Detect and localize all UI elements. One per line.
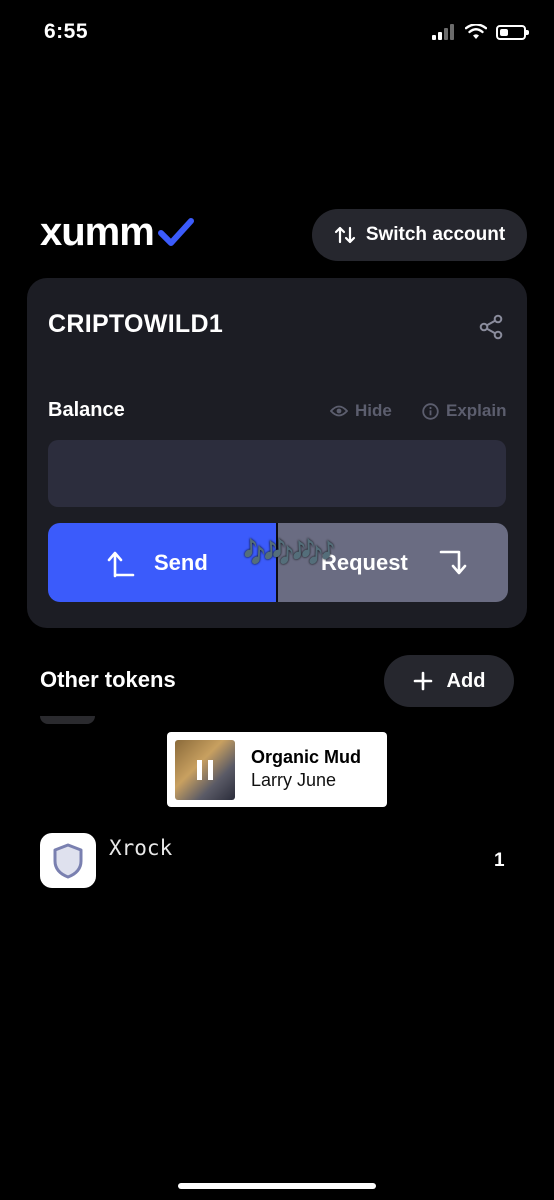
add-label: Add bbox=[446, 669, 486, 692]
share-icon[interactable] bbox=[478, 314, 504, 340]
token-icon bbox=[40, 833, 96, 888]
battery-level bbox=[500, 28, 508, 36]
arrow-up-icon bbox=[107, 551, 135, 577]
add-token-button[interactable]: Add bbox=[384, 655, 514, 707]
battery-icon bbox=[496, 24, 529, 40]
account-name: CRIPTOWILD1 bbox=[48, 310, 224, 338]
shield-icon bbox=[53, 843, 83, 878]
other-tokens-title: Other tokens bbox=[40, 667, 176, 692]
status-icons bbox=[432, 22, 529, 42]
track-artist: Larry June bbox=[251, 770, 337, 791]
arrow-down-icon bbox=[439, 550, 467, 574]
home-indicator[interactable] bbox=[178, 1183, 376, 1189]
hide-label: Hide bbox=[355, 401, 392, 420]
now-playing-card[interactable]: Organic Mud Larry June bbox=[167, 732, 387, 807]
album-art bbox=[175, 739, 235, 800]
logo-text: xumm bbox=[40, 210, 155, 254]
plus-icon bbox=[413, 671, 432, 691]
cellular-signal-icon bbox=[432, 24, 454, 40]
music-notes-overlay: 🎶🎶🎶 bbox=[243, 537, 336, 568]
token-amount: 1 bbox=[494, 850, 505, 871]
now-playing-text: Organic Mud Larry June bbox=[251, 747, 361, 793]
explain-label: Explain bbox=[446, 401, 507, 420]
send-label: Send bbox=[154, 549, 208, 575]
status-time: 6:55 bbox=[44, 20, 89, 43]
token-name[interactable]: Xrock bbox=[109, 836, 172, 860]
track-title: Organic Mud bbox=[251, 746, 362, 767]
checkmark-icon bbox=[157, 218, 194, 246]
explain-button[interactable]: Explain bbox=[422, 401, 506, 421]
partial-token-item bbox=[40, 716, 95, 724]
swap-arrows-icon bbox=[334, 226, 355, 244]
switch-account-label: Switch account bbox=[365, 224, 506, 245]
switch-account-button[interactable]: Switch account bbox=[312, 209, 527, 261]
app-logo: xumm bbox=[40, 212, 194, 252]
hide-balance-button[interactable]: Hide bbox=[330, 401, 392, 421]
request-label: Request bbox=[321, 549, 408, 575]
wifi-icon bbox=[465, 24, 487, 39]
balance-display bbox=[48, 440, 506, 507]
balance-label: Balance bbox=[48, 399, 125, 421]
pause-icon bbox=[197, 759, 213, 780]
info-icon bbox=[422, 402, 439, 420]
eye-icon bbox=[330, 405, 348, 417]
